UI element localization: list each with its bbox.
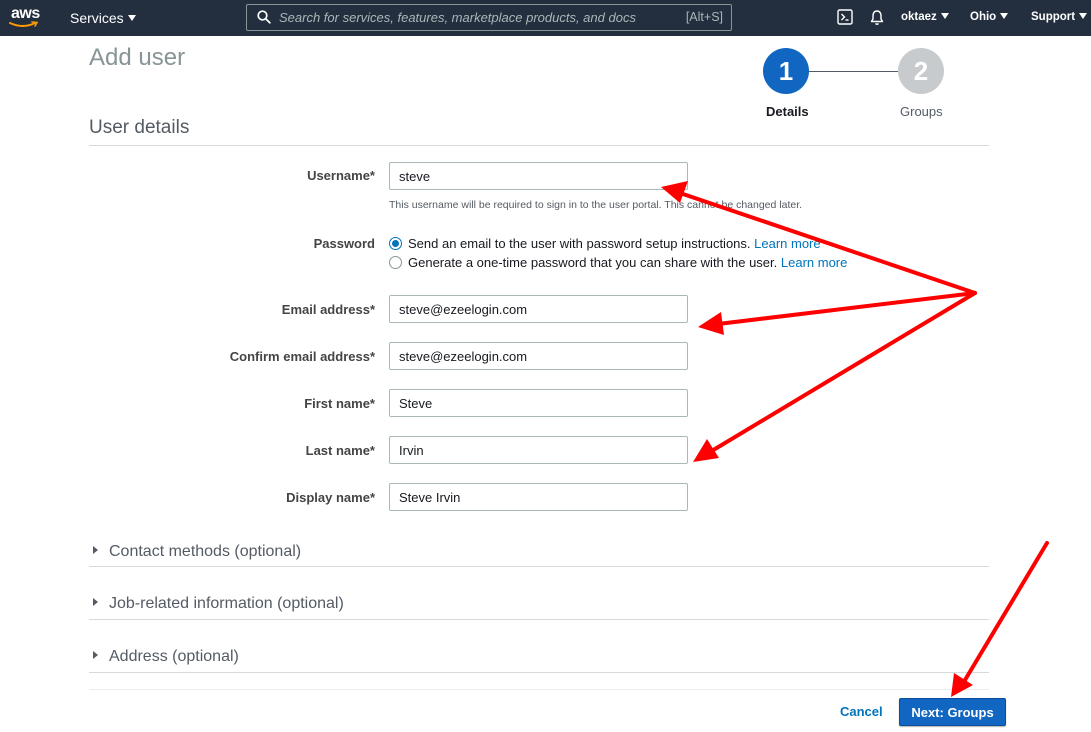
caret-right-icon bbox=[93, 598, 98, 606]
aws-logo[interactable]: aws bbox=[9, 5, 43, 31]
password-option-email-text: Send an email to the user with password … bbox=[408, 236, 751, 251]
step-1-label: Details bbox=[766, 104, 809, 119]
support-menu[interactable]: Support bbox=[1031, 11, 1088, 23]
section-divider bbox=[89, 619, 989, 620]
expander-label: Address (optional) bbox=[109, 648, 239, 665]
chevron-down-icon bbox=[127, 15, 136, 22]
region-label: Ohio bbox=[970, 11, 997, 23]
region-menu[interactable]: Ohio bbox=[970, 11, 1009, 23]
search-input[interactable] bbox=[279, 8, 659, 27]
password-label: Password bbox=[313, 236, 375, 251]
wizard-steps: 1 2 Details Groups bbox=[740, 48, 970, 128]
password-option-onetime-text: Generate a one-time password that you ca… bbox=[408, 255, 778, 270]
learn-more-link[interactable]: Learn more bbox=[781, 255, 847, 270]
username-input[interactable] bbox=[389, 162, 688, 190]
display-name-input[interactable] bbox=[389, 483, 688, 511]
confirm-email-input[interactable] bbox=[389, 342, 688, 370]
username-hint: This username will be required to sign i… bbox=[389, 199, 803, 211]
step-1-indicator: 1 bbox=[763, 48, 809, 94]
services-menu[interactable]: Services bbox=[70, 10, 136, 26]
section-divider bbox=[89, 145, 989, 146]
section-divider bbox=[89, 672, 989, 673]
arrowhead-icon bbox=[698, 312, 724, 335]
section-divider bbox=[89, 566, 989, 567]
footer-divider bbox=[89, 689, 989, 690]
email-input[interactable] bbox=[389, 295, 688, 323]
first-name-label: First name* bbox=[304, 396, 375, 411]
expander-label: Contact methods (optional) bbox=[109, 543, 302, 560]
password-option-onetime[interactable]: Generate a one-time password that you ca… bbox=[389, 255, 847, 270]
aws-smile-icon bbox=[9, 21, 39, 27]
username-label: Username* bbox=[307, 168, 375, 183]
contact-methods-expander[interactable]: Contact methods (optional) bbox=[93, 543, 301, 561]
section-title: User details bbox=[89, 117, 190, 138]
bell-icon[interactable] bbox=[869, 9, 885, 26]
chevron-down-icon bbox=[1079, 12, 1088, 19]
search-bar[interactable]: [Alt+S] bbox=[246, 4, 732, 31]
cloudshell-icon[interactable] bbox=[837, 9, 853, 25]
step-2-indicator: 2 bbox=[898, 48, 944, 94]
job-info-expander[interactable]: Job-related information (optional) bbox=[93, 595, 344, 613]
annotation-arrow bbox=[716, 291, 977, 326]
first-name-input[interactable] bbox=[389, 389, 688, 417]
last-name-label: Last name* bbox=[305, 443, 375, 458]
services-label: Services bbox=[70, 10, 124, 26]
step-connector bbox=[809, 71, 898, 72]
search-icon bbox=[257, 10, 271, 24]
learn-more-link[interactable]: Learn more bbox=[754, 236, 820, 251]
next-groups-button[interactable]: Next: Groups bbox=[899, 698, 1006, 726]
step-2-label: Groups bbox=[900, 104, 943, 119]
radio-button[interactable] bbox=[389, 256, 402, 269]
support-label: Support bbox=[1031, 11, 1076, 23]
arrowhead-icon bbox=[693, 439, 719, 462]
chevron-down-icon bbox=[940, 12, 949, 19]
display-name-label: Display name* bbox=[286, 490, 375, 505]
address-expander[interactable]: Address (optional) bbox=[93, 648, 239, 666]
password-option-email[interactable]: Send an email to the user with password … bbox=[389, 236, 821, 251]
top-navigation-bar: aws Services [Alt+S] oktaez Ohio Support bbox=[0, 0, 1091, 36]
cancel-button[interactable]: Cancel bbox=[840, 704, 883, 719]
search-shortcut-hint: [Alt+S] bbox=[685, 10, 723, 24]
last-name-input[interactable] bbox=[389, 436, 688, 464]
caret-right-icon bbox=[93, 651, 98, 659]
chevron-down-icon bbox=[1000, 12, 1009, 19]
page-title: Add user bbox=[89, 44, 186, 71]
expander-label: Job-related information (optional) bbox=[109, 595, 344, 612]
annotation-arrow bbox=[960, 541, 1049, 687]
account-menu[interactable]: oktaez bbox=[901, 11, 949, 23]
account-label: oktaez bbox=[901, 11, 937, 23]
arrowhead-icon bbox=[951, 673, 973, 697]
radio-button-checked[interactable] bbox=[389, 237, 402, 250]
confirm-email-label: Confirm email address* bbox=[229, 349, 375, 364]
email-label: Email address* bbox=[281, 302, 375, 317]
caret-right-icon bbox=[93, 546, 98, 554]
annotation-arrow bbox=[708, 291, 977, 454]
